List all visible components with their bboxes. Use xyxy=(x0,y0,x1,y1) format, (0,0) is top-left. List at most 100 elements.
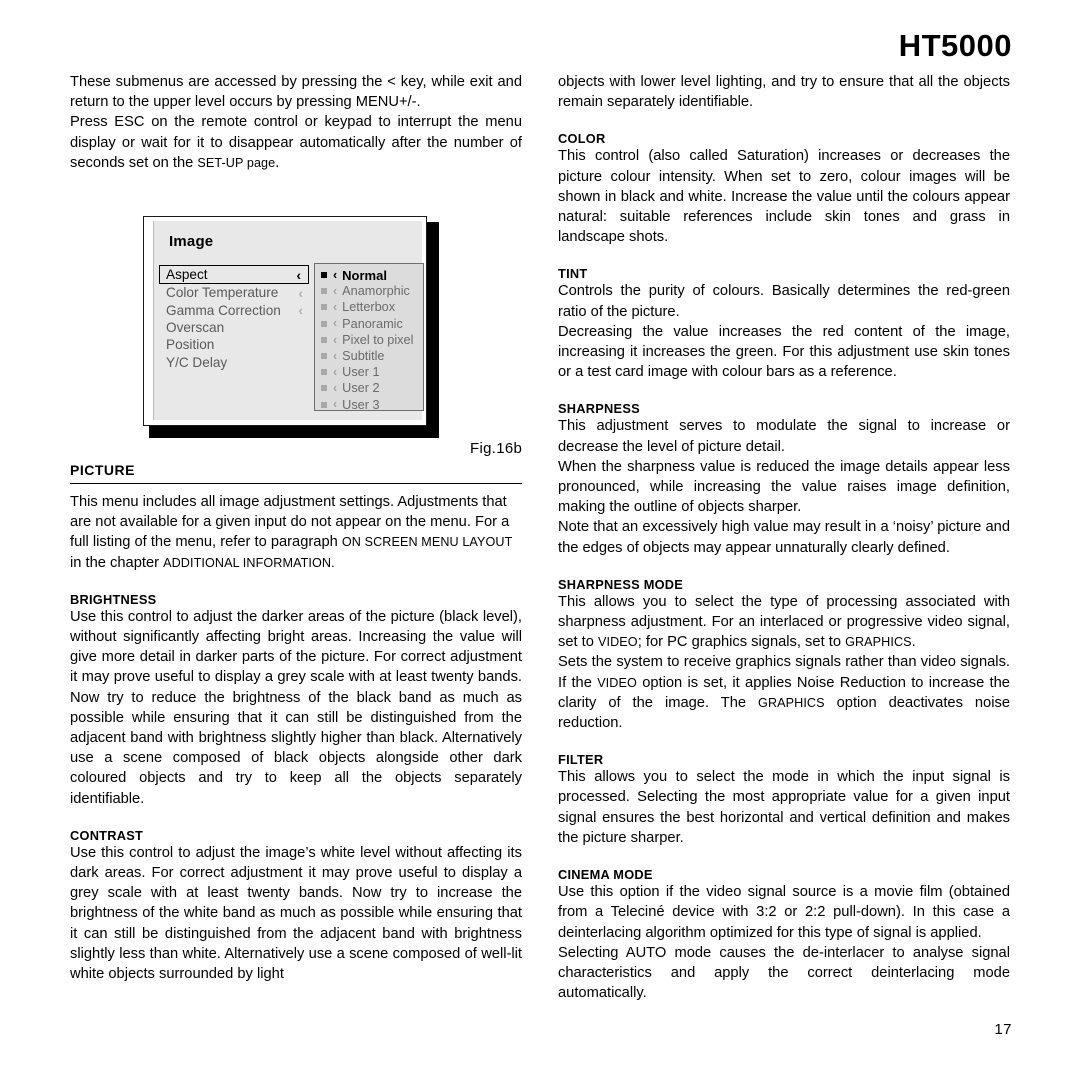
tint-body-1: Controls the purity of colours. Basicall… xyxy=(558,283,1010,320)
sharpness-mode-heading: SHARPNESS MODE xyxy=(558,576,684,592)
cinema-mode-body-1: Use this option if the video signal sour… xyxy=(558,884,1010,941)
submenu-item-user-3[interactable]: ‹ User 3 xyxy=(315,397,423,413)
chevron-left-icon: ‹ xyxy=(333,397,338,412)
submenu-item-user-1[interactable]: ‹ User 1 xyxy=(315,364,423,380)
sharpness-mode-body-1: This allows you to select the type of pr… xyxy=(558,592,1010,653)
intro-paragraph-2-text: Press ESC on the remote control or keypa… xyxy=(70,114,522,171)
menu-item-label: Gamma Correction xyxy=(166,302,281,318)
additional-information-reference: ADDITIONAL INFORMATION. xyxy=(163,555,335,570)
submenu-item-label: User 3 xyxy=(342,397,380,412)
submenu-item-pixel-to-pixel[interactable]: ‹ Pixel to pixel xyxy=(315,332,423,348)
chevron-left-icon: ‹ xyxy=(296,266,301,283)
menu-item-label: Aspect xyxy=(166,267,208,282)
sharpness-mode-text-2: ; for PC graphics signals, set to xyxy=(637,634,846,651)
menu-item-label: Y/C Delay xyxy=(166,354,228,370)
bullet-square-icon xyxy=(321,336,327,343)
sharpness-body-2: When the sharpness value is reduced the … xyxy=(558,458,1010,516)
bullet-square-icon xyxy=(321,385,327,392)
osd-menu-figure: Image Aspect ‹ Color Temperature ‹ Gamma… xyxy=(143,216,439,438)
intro-paragraph-2-end: . xyxy=(275,154,280,171)
sharpness-body-1: This adjustment serves to modulate the s… xyxy=(558,418,1010,455)
brightness-body: Use this control to adjust the darker ar… xyxy=(70,608,522,807)
brightness-heading: BRIGHTNESS xyxy=(70,591,157,607)
chevron-left-icon: ‹ xyxy=(298,284,303,301)
submenu-item-label: Pixel to pixel xyxy=(342,332,414,347)
on-screen-menu-layout-reference: ON SCREEN MENU LAYOUT xyxy=(341,535,513,550)
chevron-left-icon: ‹ xyxy=(333,267,338,282)
chevron-left-icon: ‹ xyxy=(333,300,338,315)
bullet-square-icon xyxy=(321,304,327,311)
chevron-left-icon: ‹ xyxy=(333,284,338,299)
submenu-item-label: Letterbox xyxy=(342,300,396,315)
osd-menu-panel: Image Aspect ‹ Color Temperature ‹ Gamma… xyxy=(153,221,424,420)
contrast-body: Use this control to adjust the image’s w… xyxy=(70,844,522,983)
sharpness-mode-body-2: Sets the system to receive graphics sign… xyxy=(558,652,1010,733)
bullet-square-icon xyxy=(321,401,327,408)
intro-paragraph-1: These submenus are accessed by pressing … xyxy=(70,74,522,111)
intro-paragraph-2: Press ESC on the remote control or keypa… xyxy=(70,112,522,173)
submenu-item-subtitle[interactable]: ‹ Subtitle xyxy=(315,348,423,364)
chevron-left-icon: ‹ xyxy=(333,332,338,347)
right-column: objects with lower level lighting, and t… xyxy=(558,72,1010,1003)
color-body: This control (also called Saturation) in… xyxy=(558,148,1010,246)
color-heading: COLOR xyxy=(558,131,606,147)
figure-caption: Fig.16b xyxy=(470,440,523,457)
submenu-item-anamorphic[interactable]: ‹ Anamorphic xyxy=(315,283,423,299)
chevron-left-icon: ‹ xyxy=(333,364,338,379)
video-option-reference: VIDEO xyxy=(597,675,637,690)
submenu-item-label: Normal xyxy=(342,267,387,283)
picture-body-text-2: in the chapter xyxy=(70,554,164,571)
osd-menu-title: Image xyxy=(169,233,214,250)
bullet-square-icon xyxy=(321,272,327,279)
sharpness-heading: SHARPNESS xyxy=(558,401,640,417)
tint-body-2: Decreasing the value increases the red c… xyxy=(558,323,1010,381)
picture-heading: PICTURE xyxy=(70,462,135,479)
bullet-square-icon xyxy=(321,369,327,376)
menu-item-label: Overscan xyxy=(166,319,225,335)
menu-item-yc-delay[interactable]: Y/C Delay xyxy=(160,354,310,371)
left-column: These submenus are accessed by pressing … xyxy=(70,72,522,984)
submenu-item-normal[interactable]: ‹ Normal xyxy=(315,267,423,283)
menu-item-color-temperature[interactable]: Color Temperature ‹ xyxy=(160,284,310,301)
menu-item-label: Color Temperature xyxy=(166,285,279,301)
cinema-mode-body-2: Selecting AUTO mode causes the de-interl… xyxy=(558,944,1010,1002)
graphics-option-reference: GRAPHICS xyxy=(758,695,825,710)
menu-item-overscan[interactable]: Overscan xyxy=(160,319,310,336)
page-number: 17 xyxy=(994,1021,1012,1038)
contrast-heading: CONTRAST xyxy=(70,827,144,843)
filter-heading: FILTER xyxy=(558,752,604,768)
menu-item-aspect[interactable]: Aspect ‹ xyxy=(159,265,309,284)
figure-frame: Image Aspect ‹ Color Temperature ‹ Gamma… xyxy=(143,216,427,426)
chevron-left-icon: ‹ xyxy=(298,302,303,319)
bullet-square-icon xyxy=(321,320,327,327)
chevron-left-icon: ‹ xyxy=(333,348,338,363)
chevron-left-icon: ‹ xyxy=(333,316,338,331)
page-title: HT5000 xyxy=(898,28,1012,63)
submenu-item-panoramic[interactable]: ‹ Panoramic xyxy=(315,316,423,332)
submenu-item-label: User 1 xyxy=(342,365,380,380)
menu-item-gamma-correction[interactable]: Gamma Correction ‹ xyxy=(160,301,310,318)
sharpness-mode-text-3: . xyxy=(911,634,916,651)
submenu-item-label: Panoramic xyxy=(342,316,403,331)
chevron-left-icon: ‹ xyxy=(333,381,338,396)
menu-item-position[interactable]: Position xyxy=(160,336,310,353)
bullet-square-icon xyxy=(321,288,327,295)
setup-page-reference: SET-UP page xyxy=(197,155,276,170)
manual-page: HT5000 These submenus are accessed by pr… xyxy=(0,0,1080,1080)
filter-body: This allows you to select the mode in wh… xyxy=(558,769,1010,846)
menu-item-label: Position xyxy=(166,337,215,353)
submenu-item-user-2[interactable]: ‹ User 2 xyxy=(315,380,423,396)
submenu-item-letterbox[interactable]: ‹ Letterbox xyxy=(315,299,423,315)
video-option-reference: VIDEO xyxy=(598,635,638,650)
bullet-square-icon xyxy=(321,353,327,360)
picture-body: This menu includes all image adjustment … xyxy=(70,492,522,573)
osd-left-menu-list: Aspect ‹ Color Temperature ‹ Gamma Corre… xyxy=(159,265,310,371)
